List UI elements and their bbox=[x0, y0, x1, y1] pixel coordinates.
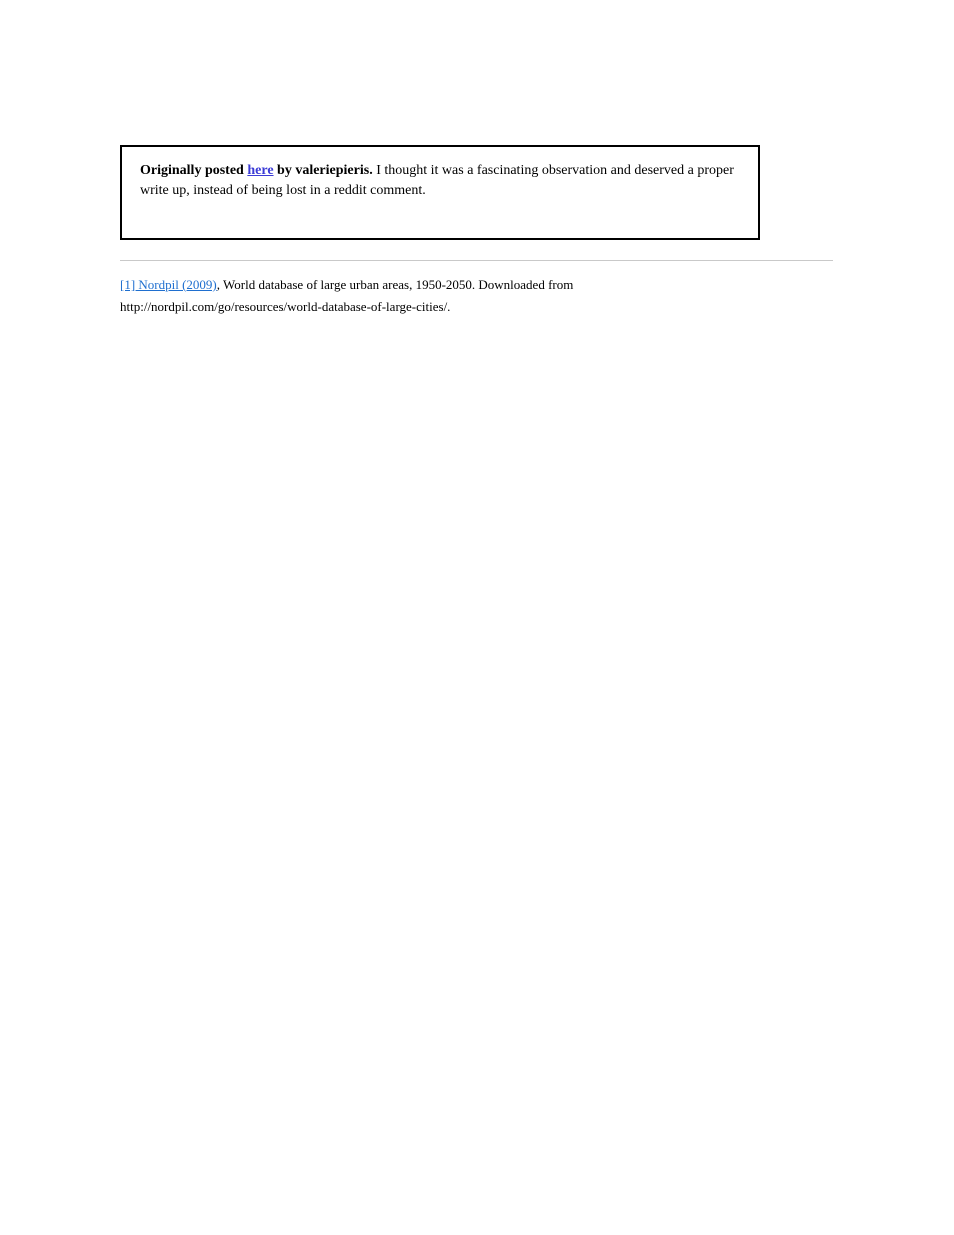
reference-line-2: http://nordpil.com/go/resources/world-da… bbox=[120, 297, 833, 317]
callout-content: Originally posted here by valeriepieris.… bbox=[122, 147, 758, 212]
callout-link-here[interactable]: here bbox=[247, 163, 273, 178]
reference-line-1: [1] Nordpil (2009), World database of la… bbox=[120, 275, 833, 295]
horizontal-rule bbox=[120, 260, 833, 261]
reference-1-link[interactable]: [1] Nordpil (2009) bbox=[120, 277, 217, 292]
callout-suffix: by valeriepieris. bbox=[274, 163, 373, 178]
callout-prefix: Originally posted bbox=[140, 163, 247, 178]
reference-1-tail: , World database of large urban areas, 1… bbox=[217, 277, 574, 292]
document-page: Originally posted here by valeriepieris.… bbox=[0, 0, 954, 1235]
callout-box: Originally posted here by valeriepieris.… bbox=[120, 145, 760, 240]
references-block: [1] Nordpil (2009), World database of la… bbox=[120, 275, 833, 316]
